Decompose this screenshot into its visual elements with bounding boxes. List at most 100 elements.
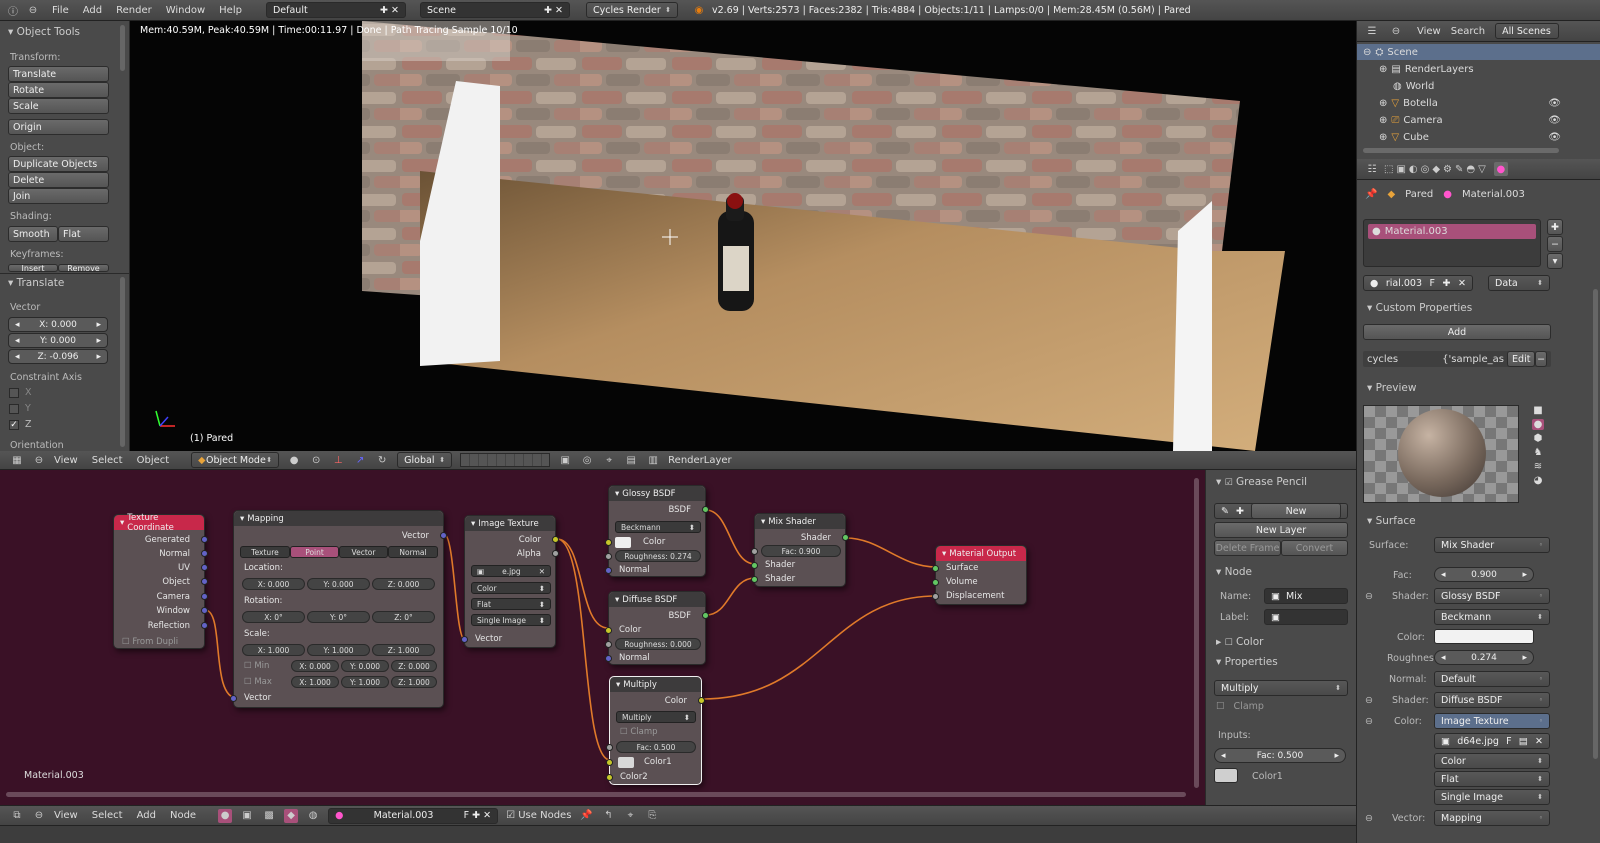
node-header[interactable]: ▾ Mapping [234,511,443,526]
max-checkbox[interactable]: ☐ Max [244,677,272,687]
collapse-icon[interactable]: ⊖ [1365,813,1373,824]
socket-shader2-in[interactable] [751,576,758,583]
fac-field[interactable]: Fac: 0.500 [616,741,696,753]
rot-z-field[interactable]: Z: 0° [372,611,435,623]
surface-title[interactable]: ▾ Surface [1367,515,1416,527]
loc-x-field[interactable]: X: 0.000 [242,578,305,590]
socket-normal[interactable] [201,550,208,557]
rot-x-field[interactable]: X: 0° [242,611,305,623]
translate-manipulator-icon[interactable]: ↗ [353,453,367,467]
fake-user-label[interactable]: F [1430,278,1435,289]
collapse-icon[interactable]: ⊖ [1365,716,1373,727]
grease-pencil-title[interactable]: ▾ ☑ Grease Pencil [1216,476,1307,488]
menu-select[interactable]: Select [92,455,123,466]
mapping-type-tabs[interactable]: Texture Point Vector Normal [240,546,438,558]
socket-displacement-in[interactable] [932,593,939,600]
preview-monkey-icon[interactable]: ♞ [1534,447,1543,458]
min-x-field[interactable]: X: 0.000 [291,660,339,672]
duplicate-objects-button[interactable]: Duplicate Objects [8,156,109,172]
fac-field[interactable]: ◂ Fac: 0.500 ▸ [1214,748,1346,763]
socket-fac-in[interactable] [606,744,613,751]
material-link-select[interactable]: Data ⬍ [1488,275,1550,291]
socket-color-out[interactable] [698,697,705,704]
image-browse-icon[interactable]: ▣ [1441,736,1450,747]
shader1-select[interactable]: Glossy BSDF ◦ [1434,588,1550,604]
material-browse-icon[interactable]: ● [1370,278,1378,289]
collapse-icon[interactable]: ⊖ [32,809,46,823]
compositing-tree-icon[interactable]: ▣ [240,809,254,823]
tab-vector[interactable]: Vector [339,546,388,558]
slot-specials-button[interactable]: ▾ [1547,253,1563,269]
socket-bsdf-out[interactable] [702,506,709,513]
menu-render[interactable]: Render [116,5,152,16]
vector-select[interactable]: Mapping ◦ [1434,810,1550,826]
delete-button[interactable]: Delete [8,172,109,188]
image-fake-user[interactable]: F [1506,736,1511,747]
pin-icon[interactable]: 📌 [1365,189,1377,200]
loc-y-field[interactable]: Y: 0.000 [307,578,370,590]
properties-editor-icon[interactable]: ☷ [1365,162,1379,176]
glossy-distribution-select[interactable]: Beckmann ⬍ [1434,609,1550,625]
node-header[interactable]: ▾ Multiply [610,677,701,692]
menu-view[interactable]: View [54,810,78,821]
scale-y-field[interactable]: Y: 1.000 [307,644,370,656]
unlink-icon[interactable]: ✕ [1458,278,1466,289]
socket-roughness-in[interactable] [605,641,612,648]
menu-object[interactable]: Object [137,455,170,466]
clamp-checkbox[interactable]: ☐ Clamp [1216,701,1264,712]
socket-normal-in[interactable] [605,567,612,574]
color-space-select[interactable]: Color ⬍ [471,582,551,594]
blend-type-select[interactable]: Multiply ⬍ [1214,680,1348,696]
outliner-row-camera[interactable]: ⊕ ⎚ Camera 👁 [1357,112,1600,128]
render-engine-select[interactable]: Cycles Render ⬍ [585,2,678,18]
preview-flat-icon[interactable]: ■ [1533,405,1542,416]
color1-swatch[interactable] [1214,768,1238,783]
min-checkbox[interactable]: ☐ Min [244,661,269,671]
preview-title[interactable]: ▾ Preview [1367,382,1416,394]
insert-keyframe-button[interactable]: Insert [8,264,58,272]
add-scene-icon[interactable]: ✚ ✕ [544,5,563,16]
node-material-output[interactable]: ▾ Material Output Surface Volume Displac… [932,545,1027,605]
menu-add[interactable]: Add [83,5,102,16]
outliner-row-scene[interactable]: ⊖ ⛭ Scene [1357,44,1600,60]
tab-texture[interactable]: Texture [240,546,290,558]
translate-button[interactable]: Translate [8,66,109,82]
vector-x-field[interactable]: ◂ X: 0.000 ▸ [8,317,108,332]
origin-button[interactable]: Origin [8,119,109,135]
max-x-field[interactable]: X: 1.000 [291,676,339,688]
outliner-filter-select[interactable]: All Scenes [1495,23,1560,39]
color-space-select[interactable]: Color ⬍ [1434,753,1550,769]
socket-bsdf-out[interactable] [702,612,709,619]
node-image-texture[interactable]: ▾ Image Texture Color Alpha ▣ e.jpg ✕ Colo… [461,515,559,648]
node-diffuse-bsdf[interactable]: ▾ Diffuse BSDF BSDF Color Roughness: 0.0… [605,591,709,665]
socket-generated[interactable] [201,536,208,543]
preview-hair-icon[interactable]: ≋ [1534,461,1542,472]
expand-icon[interactable]: ⊖ [1363,47,1371,58]
min-y-field[interactable]: Y: 0.000 [341,660,389,672]
parent-node-icon[interactable]: ↰ [601,809,615,823]
node-editor[interactable]: ▾ Texture Coordinate Generated Normal UV… [0,470,1205,805]
socket-volume-in[interactable] [932,579,939,586]
material-icon[interactable]: ● [335,810,343,821]
add-layout-icon[interactable]: ✚ ✕ [380,5,399,16]
socket-color-out[interactable] [552,536,559,543]
tab-normal[interactable]: Normal [388,546,438,558]
grease-pencil-checkbox[interactable]: ☑ [1225,478,1233,488]
node-label-field[interactable]: ▣ [1264,609,1348,625]
viewport-3d[interactable]: Mem:40.59M, Peak:40.59M | Time:00:11.97 … [130,21,1356,451]
snap-icon[interactable]: ⌖ [623,809,637,823]
socket-vector-out[interactable] [440,532,447,539]
object-tools-title[interactable]: ▾ Object Tools [8,26,80,38]
collapse-icon[interactable]: ⊖ [32,453,46,467]
socket-color-in[interactable] [605,539,612,546]
object-shader-icon[interactable]: ◆ [284,808,299,823]
join-button[interactable]: Join [8,188,109,204]
outliner-menu-search[interactable]: Search [1451,26,1485,37]
collapse-icon[interactable]: ⊖ [26,3,40,17]
collapse-icon[interactable]: ⊖ [1365,695,1373,706]
unlink-icon[interactable]: ✕ [539,567,545,576]
menu-select[interactable]: Select [92,810,123,821]
texture-tree-icon[interactable]: ▩ [262,809,276,823]
scale-x-field[interactable]: X: 1.000 [242,644,305,656]
socket-color1-in[interactable] [606,759,613,766]
